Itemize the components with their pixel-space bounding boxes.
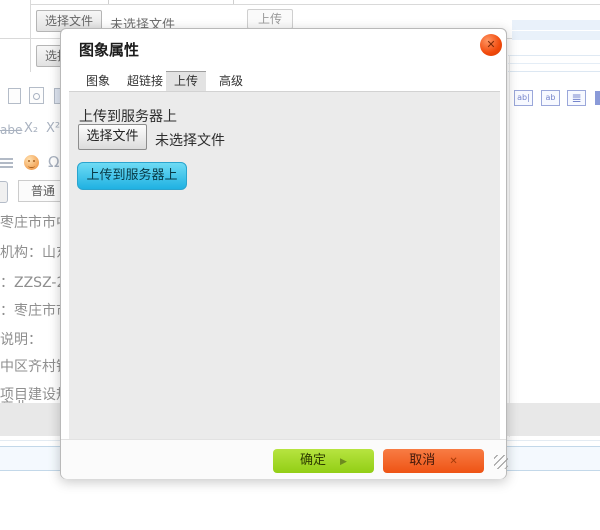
special-char-icon[interactable]: Ω [48,153,59,171]
image-properties-dialog: 图象属性 ✕ 图象 超链接 上传 高级 上传到服务器上 选择文件 未选择文件 上… [60,28,507,479]
upload-tab-panel: 上传到服务器上 选择文件 未选择文件 上传到服务器上 [69,91,500,439]
tab-upload[interactable]: 上传 [166,71,206,91]
bg-upload-button[interactable]: 上传 [247,9,293,29]
new-page-icon[interactable] [8,88,21,104]
table-border-top [30,4,600,5]
tab-image[interactable]: 图象 [78,71,118,91]
magnifier-icon [33,93,40,100]
superscript-icon[interactable]: X² [46,121,60,136]
header-fragment-divider [512,30,600,31]
tab-hyperlink[interactable]: 超链接 [119,71,171,91]
upload-section-label: 上传到服务器上 [79,106,177,126]
emoticon-icon[interactable] [24,155,39,170]
choose-file-button[interactable]: 选择文件 [78,124,147,150]
content-line: 说明： [0,329,42,349]
textarea-icon[interactable]: ab [541,90,560,106]
toolbar-separator-3 [508,71,600,72]
partial-button[interactable] [0,181,8,203]
dialog-title: 图象属性 [79,39,139,60]
preview-page-icon[interactable] [29,87,44,104]
tab-advanced[interactable]: 高级 [211,71,251,91]
textfield-icon[interactable]: ab| [514,90,533,106]
screen: 选择文件 未选择文件 上传 选择文件 abe X₂ X² Ω 普通 枣庄市市中 … [0,0,600,530]
input-fragment-left [108,0,109,4]
upload-to-server-button[interactable]: 上传到服务器上 [77,162,187,190]
menu-list-icon[interactable]: ≣ [567,90,586,106]
cancel-button-label: 取消 [409,453,435,468]
ok-arrow-icon: ▶ [340,457,347,467]
toolbar-separator-2 [508,63,600,64]
toolbar-separator-1 [508,55,600,56]
resize-handle-icon[interactable] [494,455,508,469]
ok-button[interactable]: 确定 ▶ [273,449,374,473]
subscript-icon[interactable]: X₂ [24,121,38,136]
dialog-footer: 确定 ▶ 取消 ✕ [61,439,506,479]
justify-icon[interactable] [0,158,13,170]
cancel-x-icon: ✕ [449,456,457,467]
table-border-left [30,0,31,72]
editor-right-border [509,55,510,437]
input-fragment-right [233,0,234,4]
cancel-button[interactable]: 取消 ✕ [383,449,484,473]
ok-button-label: 确定 [300,453,326,468]
no-file-selected-label: 未选择文件 [155,130,225,150]
close-icon[interactable]: ✕ [480,34,502,56]
partial-right-icon[interactable] [595,91,600,105]
strikethrough-icon[interactable]: abe [0,123,22,137]
